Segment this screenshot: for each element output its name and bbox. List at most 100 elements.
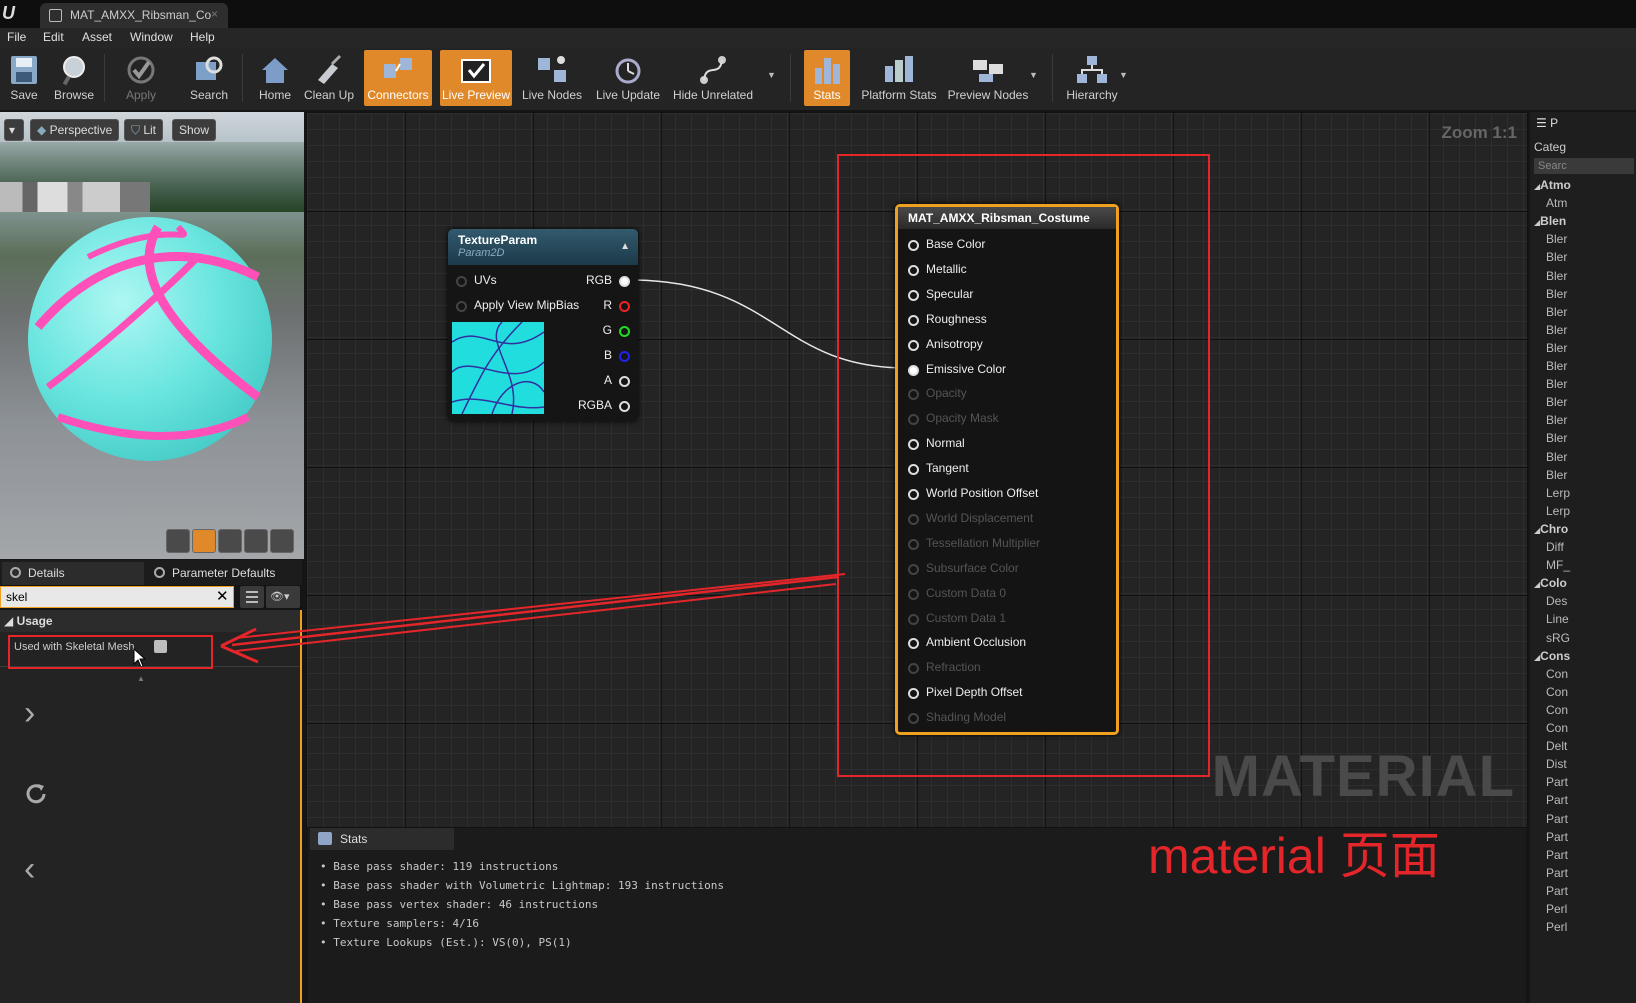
visibility-eye-icon[interactable]: 👁▾	[266, 586, 300, 608]
lit-button[interactable]: ⛉ Lit	[124, 119, 164, 141]
close-tab-icon[interactable]: ×	[211, 7, 218, 21]
palette-item[interactable]: Bler	[1546, 269, 1567, 283]
palette-item[interactable]: Part	[1546, 775, 1568, 789]
palette-item[interactable]: Part	[1546, 830, 1568, 844]
palette-item[interactable]: Con	[1546, 685, 1568, 699]
show-button[interactable]: Show	[172, 119, 217, 141]
home-button[interactable]: Home	[252, 50, 298, 106]
connectors-button[interactable]: Connectors	[364, 50, 432, 106]
save-button[interactable]: Save	[2, 50, 46, 106]
preview-mesh-button[interactable]	[270, 529, 294, 553]
uvs-input-pin[interactable]	[456, 276, 467, 287]
palette-item[interactable]: Bler	[1546, 395, 1567, 409]
palette-item[interactable]: Bler	[1546, 359, 1567, 373]
palette-item[interactable]: Part	[1546, 848, 1568, 862]
usage-category-header[interactable]: ◢ Usage	[0, 610, 300, 632]
palette-item[interactable]: Bler	[1546, 232, 1567, 246]
menu-edit[interactable]: Edit	[43, 30, 64, 44]
palette-category[interactable]: ◢Colo	[1534, 576, 1567, 590]
collapse-preview-icon[interactable]: ▲	[620, 241, 630, 252]
platform-stats-button[interactable]: Platform Stats	[858, 50, 940, 106]
palette-category[interactable]: ◢Blen	[1534, 214, 1566, 228]
menu-window[interactable]: Window	[130, 30, 173, 44]
search-button[interactable]: Search	[184, 50, 234, 106]
palette-item[interactable]: Lerp	[1546, 504, 1570, 518]
refresh-icon[interactable]	[22, 780, 50, 808]
viewport-options-dropdown[interactable]: ▾	[4, 119, 24, 141]
palette-item[interactable]: Lerp	[1546, 486, 1570, 500]
g-output-pin[interactable]	[619, 326, 630, 337]
preview-nodes-dropdown-arrow-icon[interactable]: ▼	[1029, 70, 1038, 80]
palette-item[interactable]: Perl	[1546, 902, 1567, 916]
hide-unrelated-dropdown-arrow-icon[interactable]: ▼	[767, 70, 776, 80]
palette-item[interactable]: Bler	[1546, 431, 1567, 445]
clean-up-button[interactable]: Clean Up	[302, 50, 356, 106]
palette-item[interactable]: Con	[1546, 721, 1568, 735]
palette-search-input[interactable]: Searc	[1534, 158, 1634, 174]
preview-plane-button[interactable]	[218, 529, 242, 553]
r-output-pin[interactable]	[619, 301, 630, 312]
live-preview-button[interactable]: Live Preview	[440, 50, 512, 106]
palette-item[interactable]: Bler	[1546, 468, 1567, 482]
palette-item[interactable]: Bler	[1546, 323, 1567, 337]
palette-item[interactable]: Dist	[1546, 757, 1567, 771]
palette-item[interactable]: Bler	[1546, 341, 1567, 355]
palette-item[interactable]: Atm	[1546, 196, 1567, 210]
hide-unrelated-button[interactable]: Hide Unrelated	[670, 50, 756, 106]
menu-file[interactable]: File	[7, 30, 26, 44]
details-search-input[interactable]: skel	[0, 586, 234, 608]
preview-sphere-button[interactable]	[192, 529, 216, 553]
clear-search-icon[interactable]: ✕	[216, 587, 229, 605]
document-tab[interactable]: MAT_AMXX_Ribsman_Co ×	[40, 3, 228, 28]
unreal-logo-icon[interactable]: U	[2, 3, 24, 25]
palette-item[interactable]: Part	[1546, 793, 1568, 807]
a-output-pin[interactable]	[619, 376, 630, 387]
preview-viewport[interactable]: ▾ ◆ Perspective ⛉ Lit Show Z X Y	[0, 112, 304, 559]
palette-item[interactable]: Des	[1546, 594, 1567, 608]
live-update-button[interactable]: Live Update	[592, 50, 664, 106]
palette-item[interactable]: Bler	[1546, 377, 1567, 391]
tab-parameter-defaults[interactable]: Parameter Defaults	[146, 562, 302, 585]
material-graph-canvas[interactable]: Zoom 1:1 MATERIAL TextureParam Param2D ▲…	[306, 112, 1528, 828]
palette-item[interactable]: Delt	[1546, 739, 1567, 753]
palette-category[interactable]: ◢Cons	[1534, 649, 1570, 663]
palette-item[interactable]: Bler	[1546, 450, 1567, 464]
preview-cube-button[interactable]	[244, 529, 268, 553]
rgb-output-pin[interactable]	[619, 276, 630, 287]
palette-item[interactable]: Part	[1546, 866, 1568, 880]
tab-stats[interactable]: Stats	[310, 828, 454, 850]
hierarchy-button[interactable]: Hierarchy	[1062, 50, 1122, 106]
palette-item[interactable]: Part	[1546, 812, 1568, 826]
chevron-left-icon[interactable]: ‹	[24, 850, 35, 889]
view-options-list-icon[interactable]	[240, 586, 264, 608]
live-nodes-button[interactable]: Live Nodes	[518, 50, 586, 106]
palette-item[interactable]: Bler	[1546, 250, 1567, 264]
chevron-right-icon[interactable]: ›	[24, 694, 35, 733]
palette-item[interactable]: MF_	[1546, 558, 1570, 572]
b-output-pin[interactable]	[619, 351, 630, 362]
browse-button[interactable]: Browse	[50, 50, 98, 106]
palette-item[interactable]: Line	[1546, 612, 1569, 626]
palette-category[interactable]: ◢Chro	[1534, 522, 1568, 536]
palette-item[interactable]: Bler	[1546, 413, 1567, 427]
texture-param-node[interactable]: TextureParam Param2D ▲ UVs Apply View Mi…	[448, 229, 638, 421]
palette-category[interactable]: ◢Atmo	[1534, 178, 1571, 192]
preview-nodes-button[interactable]: Preview Nodes	[946, 50, 1030, 106]
mipbias-input-pin[interactable]	[456, 301, 467, 312]
palette-item[interactable]: Bler	[1546, 287, 1567, 301]
menu-asset[interactable]: Asset	[82, 30, 112, 44]
palette-item[interactable]: Part	[1546, 884, 1568, 898]
menu-help[interactable]: Help	[190, 30, 215, 44]
palette-item[interactable]: Con	[1546, 703, 1568, 717]
palette-item[interactable]: sRG	[1546, 631, 1570, 645]
tab-details[interactable]: Details	[2, 562, 144, 585]
perspective-button[interactable]: ◆ Perspective	[30, 119, 120, 141]
palette-item[interactable]: Perl	[1546, 920, 1567, 934]
palette-item[interactable]: Con	[1546, 667, 1568, 681]
preview-cylinder-button[interactable]	[166, 529, 190, 553]
rgba-output-pin[interactable]	[619, 401, 630, 412]
palette-item[interactable]: Bler	[1546, 305, 1567, 319]
palette-item[interactable]: Diff	[1546, 540, 1564, 554]
hierarchy-dropdown-arrow-icon[interactable]: ▼	[1119, 70, 1128, 80]
splitter-grip-icon[interactable]: ▲	[137, 674, 145, 683]
